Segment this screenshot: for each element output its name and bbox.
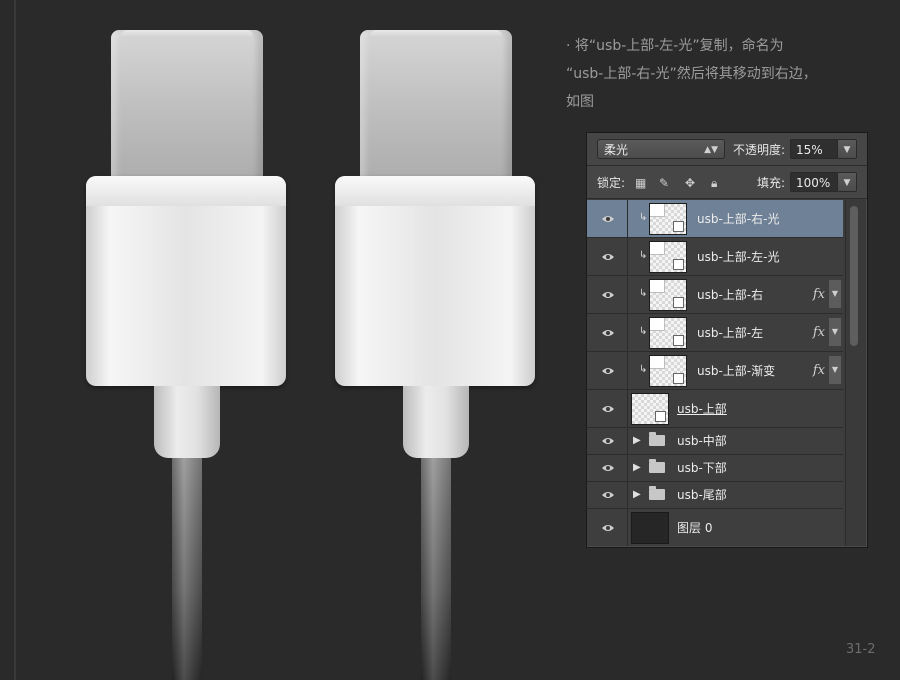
layer-name: 图层 0 (677, 520, 713, 535)
layers-scrollbar[interactable] (845, 200, 866, 546)
layer-row[interactable]: ↳ usb-上部-渐变 fx ▼ (587, 352, 843, 390)
clip-arrow-icon: ↳ (639, 363, 648, 375)
fill-label: 填充: (757, 176, 786, 190)
layer-effects-icon[interactable]: fx (813, 325, 825, 341)
disclosure-triangle-icon[interactable]: ▶ (633, 489, 641, 500)
move-lock-icon[interactable]: ✥ (685, 177, 697, 189)
blend-row: 柔光 ▲▼ 不透明度: 15% ▼ (587, 133, 867, 166)
visibility-toggle[interactable] (587, 509, 628, 546)
usb-metal-plug (360, 30, 512, 195)
eye-icon (602, 253, 614, 260)
layer-thumbnail (649, 317, 687, 349)
layer-group-row[interactable]: ▶ usb-尾部 (587, 482, 843, 509)
layer-name: usb-上部-右-光 (697, 211, 780, 226)
padlock-icon[interactable]: 🔒︎ (711, 177, 723, 189)
eye-icon (602, 329, 614, 336)
opacity-input[interactable]: 15% (790, 139, 838, 159)
eye-icon (602, 465, 614, 471)
opacity-dropdown-button[interactable]: ▼ (837, 139, 857, 159)
layer-row[interactable]: usb-上部 (587, 390, 843, 428)
group-name: usb-尾部 (677, 488, 727, 502)
layer-thumbnail (649, 279, 687, 311)
disclosure-triangle-icon[interactable]: ▶ (633, 435, 641, 446)
eye-icon (602, 367, 614, 374)
visibility-toggle[interactable] (587, 352, 628, 389)
layer-row[interactable]: ↳ usb-上部-左 fx ▼ (587, 314, 843, 352)
layer-thumbnail (649, 203, 687, 235)
folder-icon (649, 459, 665, 473)
visibility-toggle[interactable] (587, 238, 628, 275)
fill-dropdown-button[interactable]: ▼ (837, 172, 857, 192)
layer-thumbnail (649, 355, 687, 387)
clip-arrow-icon: ↳ (639, 287, 648, 299)
usb-connector-left (86, 0, 296, 680)
layer-row[interactable]: ↳ usb-上部-右 fx ▼ (587, 276, 843, 314)
usb-cable (172, 458, 202, 680)
left-divider (14, 0, 16, 680)
group-name: usb-中部 (677, 434, 727, 448)
lock-row: 锁定: ▦ ✎ ✥ 🔒︎ 填充: 100% ▼ (587, 166, 867, 199)
expand-effects-button[interactable]: ▼ (829, 356, 841, 384)
layer-name: usb-上部-右 (697, 287, 764, 302)
blend-mode-value: 柔光 (604, 143, 629, 157)
usb-housing (86, 176, 286, 386)
layer-name: usb-上部-左-光 (697, 249, 780, 264)
layer-thumbnail (631, 393, 669, 425)
layer-row[interactable]: ↳ usb-上部-右-光 (587, 200, 843, 238)
layer-effects-icon[interactable]: fx (813, 287, 825, 303)
layers-panel: 柔光 ▲▼ 不透明度: 15% ▼ 锁定: ▦ ✎ ✥ 🔒︎ 填充: 100% … (586, 132, 868, 548)
blend-mode-select[interactable]: 柔光 ▲▼ (597, 139, 725, 159)
visibility-toggle[interactable] (587, 200, 628, 237)
page-number: 31-2 (846, 642, 876, 657)
eye-icon (602, 405, 614, 412)
visibility-toggle[interactable] (587, 428, 628, 454)
clip-arrow-icon: ↳ (639, 249, 648, 261)
visibility-toggle[interactable] (587, 455, 628, 481)
opacity-label: 不透明度: (733, 143, 786, 157)
layer-group-row[interactable]: ▶ usb-下部 (587, 455, 843, 482)
clip-arrow-icon: ↳ (639, 325, 648, 337)
layer-row[interactable]: ↳ usb-上部-左-光 (587, 238, 843, 276)
lock-label: 锁定: (597, 176, 626, 190)
layer-thumbnail (649, 241, 687, 273)
instruction-text: · 将“usb-上部-左-光”复制，命名为 “usb-上部-右-光”然后将其移动… (566, 38, 817, 110)
select-arrows-icon: ▲▼ (704, 145, 718, 155)
usb-strain-relief (403, 386, 469, 458)
brush-lock-icon[interactable]: ✎ (659, 177, 671, 189)
disclosure-triangle-icon[interactable]: ▶ (633, 462, 641, 473)
layer-name: usb-上部-左 (697, 325, 764, 340)
folder-icon (649, 432, 665, 446)
layer-name: usb-上部 (677, 401, 727, 416)
scrollbar-thumb[interactable] (850, 206, 858, 346)
clip-arrow-icon: ↳ (639, 211, 648, 223)
layer-group-row[interactable]: ▶ usb-中部 (587, 428, 843, 455)
folder-icon (649, 486, 665, 500)
layers-list: ↳ usb-上部-右-光 ↳ usb-上部-左-光 ↳ usb-上部-右 fx … (587, 200, 843, 546)
eye-icon (602, 492, 614, 498)
fill-input[interactable]: 100% (790, 172, 838, 192)
layer-name: usb-上部-渐变 (697, 363, 776, 378)
layer-thumbnail (631, 512, 669, 544)
usb-cable (421, 458, 451, 680)
eye-icon (602, 438, 614, 444)
visibility-toggle[interactable] (587, 482, 628, 508)
usb-strain-relief (154, 386, 220, 458)
expand-effects-button[interactable]: ▼ (829, 318, 841, 346)
visibility-toggle[interactable] (587, 314, 628, 351)
layer-effects-icon[interactable]: fx (813, 363, 825, 379)
usb-housing (335, 176, 535, 386)
expand-effects-button[interactable]: ▼ (829, 280, 841, 308)
usb-connector-right (335, 0, 545, 680)
layer-row[interactable]: 图层 0 (587, 509, 843, 546)
transparency-lock-icon[interactable]: ▦ (635, 177, 647, 189)
visibility-toggle[interactable] (587, 276, 628, 313)
group-name: usb-下部 (677, 461, 727, 475)
eye-icon (602, 215, 614, 222)
eye-icon (602, 291, 614, 298)
visibility-toggle[interactable] (587, 390, 628, 427)
eye-icon (602, 524, 614, 531)
usb-metal-plug (111, 30, 263, 195)
